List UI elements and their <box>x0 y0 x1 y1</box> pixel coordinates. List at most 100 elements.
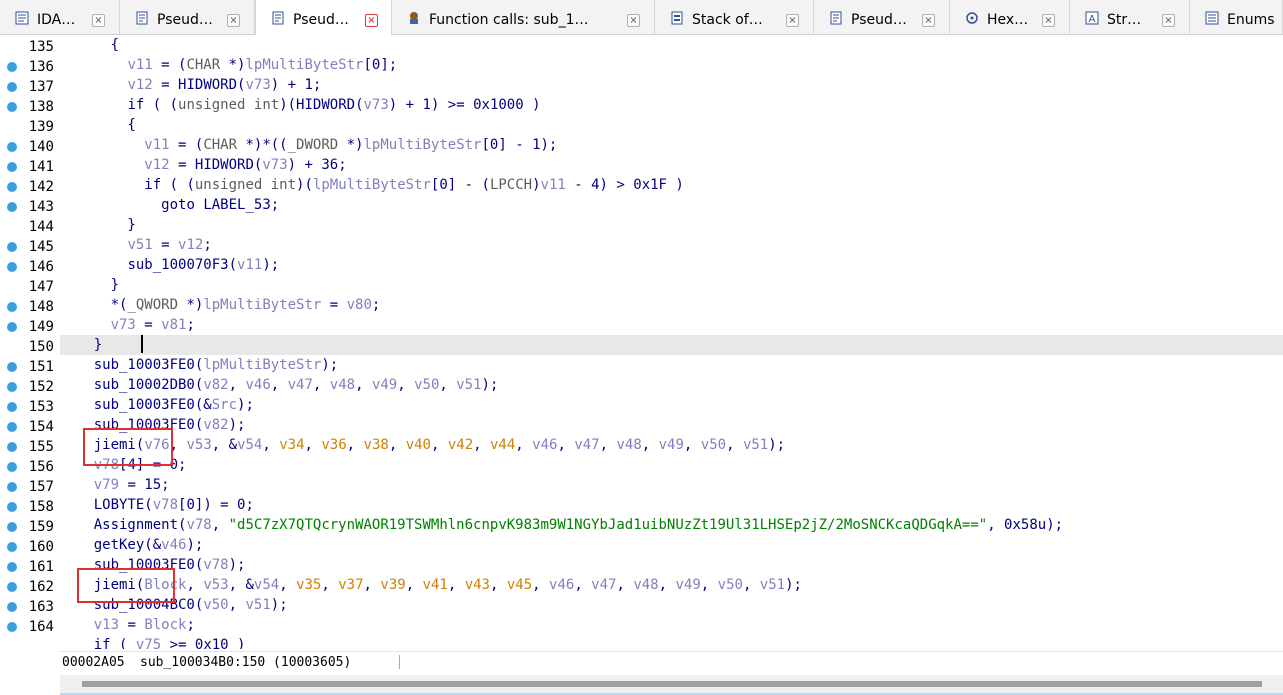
breakpoint-dot-icon[interactable] <box>7 542 17 552</box>
tab-9[interactable]: Enums <box>1190 0 1283 35</box>
breakpoint-dot-icon[interactable] <box>7 102 17 112</box>
breakpoint-dot-icon[interactable] <box>7 562 17 572</box>
code-line[interactable]: v78[4] = 0; <box>60 455 1283 475</box>
code-line[interactable]: sub_10002DB0(v82, v46, v47, v48, v49, v5… <box>60 375 1283 395</box>
tab-label: Function calls: sub_1… <box>429 12 589 28</box>
tab-label: Pseud… <box>851 12 907 28</box>
code-line[interactable]: v12 = HIDWORD(v73) + 1; <box>60 75 1283 95</box>
code-line[interactable]: v13 = Block; <box>60 615 1283 635</box>
tab-label: Pseud… <box>293 12 349 28</box>
breakpoint-dot-icon[interactable] <box>7 162 17 172</box>
breakpoint-dot-icon[interactable] <box>7 502 17 512</box>
breakpoint-dot-icon[interactable] <box>7 422 17 432</box>
close-icon[interactable]: × <box>786 14 799 27</box>
code-line[interactable]: getKey(&v46); <box>60 535 1283 555</box>
code-line[interactable]: LOBYTE(v78[0]) = 0; <box>60 495 1283 515</box>
breakpoint-dot-icon[interactable] <box>7 602 17 612</box>
annotation-box-jiemi-155 <box>83 428 173 466</box>
tab-5[interactable]: Stack of… × <box>655 0 814 35</box>
code-line[interactable]: if ( (unsigned int)(lpMultiByteStr[0] - … <box>60 175 1283 195</box>
line-number: 164 <box>28 619 54 635</box>
line-number: 151 <box>28 359 54 375</box>
tab-4[interactable]: Function calls: sub_1… × <box>392 0 655 35</box>
breakpoint-dot-icon[interactable] <box>7 482 17 492</box>
code-line[interactable]: Assignment(v78, "d5C7zX7QTQcrynWAOR19TSW… <box>60 515 1283 535</box>
code-line[interactable]: v51 = v12; <box>60 235 1283 255</box>
pseudocode-icon <box>135 11 149 25</box>
breakpoint-dot-icon[interactable] <box>7 262 17 272</box>
code-line[interactable]: sub_10003FE0(lpMultiByteStr); <box>60 355 1283 375</box>
pseudocode-view[interactable]: { v11 = (CHAR *)lpMultiByteStr[0]; v12 =… <box>60 35 1283 649</box>
code-line[interactable]: sub_10003FE0(v78); <box>60 555 1283 575</box>
code-line[interactable]: v12 = HIDWORD(v73) + 36; <box>60 155 1283 175</box>
code-line[interactable]: sub_10003FE0(v82); <box>60 415 1283 435</box>
code-line[interactable]: v11 = (CHAR *)*((_DWORD *)lpMultiByteStr… <box>60 135 1283 155</box>
tab-6[interactable]: Pseud… × <box>814 0 950 35</box>
tab-8[interactable]: A Str… × <box>1070 0 1190 35</box>
breakpoint-dot-icon[interactable] <box>7 462 17 472</box>
code-line[interactable]: if ( (unsigned int)(HIDWORD(v73) + 1) >=… <box>60 95 1283 115</box>
code-line[interactable]: v73 = v81; <box>60 315 1283 335</box>
close-icon[interactable]: × <box>227 14 240 27</box>
code-line[interactable]: v11 = (CHAR *)lpMultiByteStr[0]; <box>60 55 1283 75</box>
code-line[interactable]: } <box>60 335 1283 355</box>
breakpoint-dot-icon[interactable] <box>7 522 17 532</box>
breakpoint-dot-icon[interactable] <box>7 582 17 592</box>
breakpoint-dot-icon[interactable] <box>7 382 17 392</box>
tab-2[interactable]: Pseud… × <box>120 0 255 35</box>
line-number: 155 <box>28 439 54 455</box>
breakpoint-dot-icon[interactable] <box>7 62 17 72</box>
code-line[interactable]: { <box>60 35 1283 55</box>
tab-label: Pseud… <box>157 12 213 28</box>
line-number: 163 <box>28 599 54 615</box>
line-number: 160 <box>28 539 54 555</box>
close-icon[interactable]: × <box>1162 14 1175 27</box>
close-icon[interactable]: × <box>922 14 935 27</box>
code-line[interactable]: sub_10004BC0(v50, v51); <box>60 595 1283 615</box>
line-number: 146 <box>28 259 54 275</box>
breakpoint-dot-icon[interactable] <box>7 322 17 332</box>
tab-3[interactable]: Pseud… × <box>255 0 392 36</box>
breakpoint-dot-icon[interactable] <box>7 442 17 452</box>
code-line[interactable]: jiemi(Block, v53, &v54, v35, v37, v39, v… <box>60 575 1283 595</box>
code-line[interactable]: jiemi(v76, v53, &v54, v34, v36, v38, v40… <box>60 435 1283 455</box>
tab-label: Hex… <box>987 12 1029 28</box>
tab-1[interactable]: IDA… × <box>0 0 120 35</box>
line-number: 145 <box>28 239 54 255</box>
line-number: 162 <box>28 579 54 595</box>
code-line[interactable]: goto LABEL_53; <box>60 195 1283 215</box>
code-line[interactable]: { <box>60 115 1283 135</box>
code-line[interactable]: } <box>60 215 1283 235</box>
code-line[interactable]: sub_100070F3(v11); <box>60 255 1283 275</box>
line-number-gutter: 135 136 137 138 139 140 141 142 143 144 145 146 147 1… <box>0 35 58 649</box>
tab-bar: IDA… × Pseud… × Pseud… × Function calls: sub_1… <box>0 0 1283 36</box>
breakpoint-dot-icon[interactable] <box>7 622 17 632</box>
code-line[interactable]: if ( v75 >= 0x10 ) <box>60 635 1283 649</box>
tab-label: Stack of… <box>692 12 763 28</box>
line-number: 158 <box>28 499 54 515</box>
close-icon[interactable]: × <box>627 14 640 27</box>
scrollbar-thumb[interactable] <box>82 681 1262 687</box>
line-number: 135 <box>28 39 54 55</box>
line-number: 149 <box>28 319 54 335</box>
breakpoint-dot-icon[interactable] <box>7 142 17 152</box>
pseudocode-icon <box>271 11 285 25</box>
tab-label: IDA… <box>37 12 76 28</box>
breakpoint-dot-icon[interactable] <box>7 302 17 312</box>
tab-7[interactable]: Hex… × <box>950 0 1070 35</box>
breakpoint-dot-icon[interactable] <box>7 242 17 252</box>
breakpoint-dot-icon[interactable] <box>7 402 17 412</box>
breakpoint-dot-icon[interactable] <box>7 362 17 372</box>
breakpoint-dot-icon[interactable] <box>7 202 17 212</box>
breakpoint-dot-icon[interactable] <box>7 82 17 92</box>
code-line[interactable]: sub_10003FE0(&Src); <box>60 395 1283 415</box>
code-line[interactable]: *(_QWORD *)lpMultiByteStr = v80; <box>60 295 1283 315</box>
tab-label: Str… <box>1107 12 1142 28</box>
code-line[interactable]: } <box>60 275 1283 295</box>
close-icon[interactable]: × <box>1042 14 1055 27</box>
close-icon[interactable]: × <box>92 14 105 27</box>
breakpoint-dot-icon[interactable] <box>7 182 17 192</box>
horizontal-scrollbar[interactable] <box>60 675 1283 693</box>
code-line[interactable]: v79 = 15; <box>60 475 1283 495</box>
close-icon[interactable]: × <box>365 14 378 27</box>
